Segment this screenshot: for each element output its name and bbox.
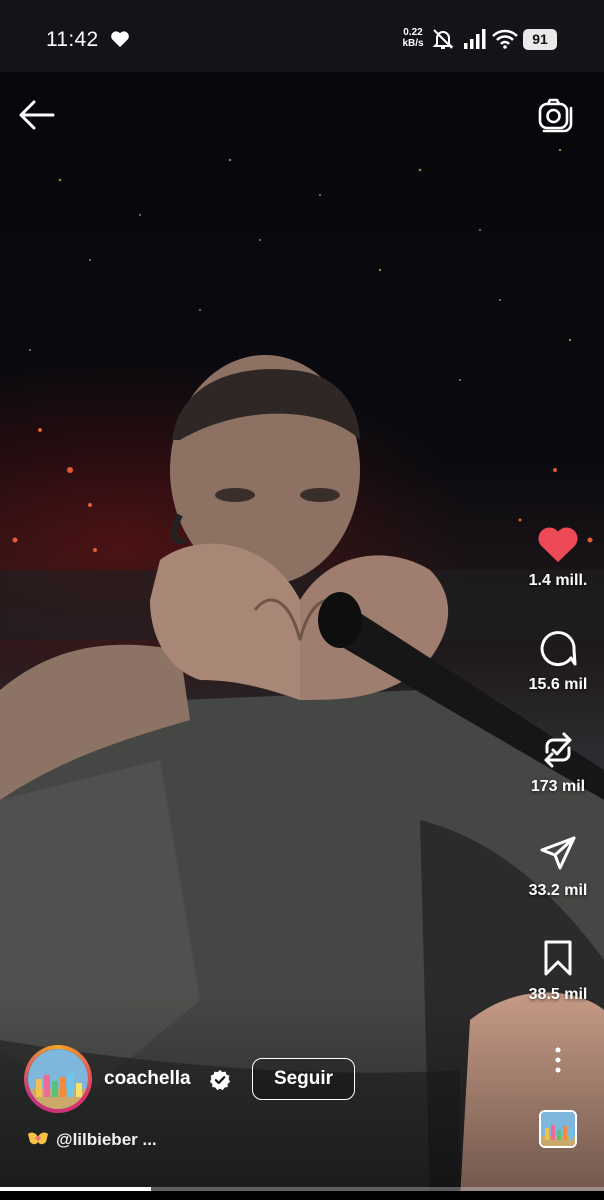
repost-button[interactable]: 173 mil (518, 730, 598, 796)
system-nav-bar (0, 1191, 604, 1200)
heart-filled-icon (538, 527, 578, 563)
mute-bell-icon (432, 29, 454, 49)
save-button[interactable]: 38.5 mil (518, 938, 598, 1004)
bookmark-icon (544, 940, 572, 976)
network-speed: 0.22 kB/s (398, 27, 428, 49)
reel-video[interactable] (0, 72, 604, 1200)
verified-badge-icon (209, 1069, 231, 1091)
network-speed-value: 0.22 (403, 27, 423, 38)
network-speed-unit: kB/s (402, 38, 424, 49)
share-count: 33.2 mil (528, 882, 588, 899)
follow-button[interactable]: Seguir (252, 1058, 355, 1100)
heart-hands-icon (28, 1132, 48, 1145)
status-bar: 11:42 0.22 kB/s 91 (0, 0, 604, 72)
caption-text: @lilbieber ... (56, 1130, 157, 1149)
avatar[interactable] (24, 1045, 92, 1113)
comment-count: 15.6 mil (528, 676, 588, 693)
arrow-left-icon[interactable] (18, 98, 56, 132)
save-count: 38.5 mil (528, 986, 588, 1003)
more-vertical-icon (555, 1047, 561, 1073)
camera-icon[interactable] (536, 96, 574, 134)
status-time: 11:42 (46, 28, 99, 51)
wifi-icon (492, 29, 518, 49)
signal-icon (464, 29, 486, 49)
send-icon (540, 836, 576, 870)
more-button[interactable] (518, 1046, 598, 1074)
caption[interactable]: @lilbieber ... (26, 1130, 157, 1150)
comment-icon (540, 631, 577, 667)
repost-icon (544, 732, 572, 768)
comment-button[interactable]: 15.6 mil (518, 628, 598, 694)
audio-cover-image (541, 1112, 575, 1146)
share-button[interactable]: 33.2 mil (518, 834, 598, 900)
battery-level: 91 (532, 31, 548, 47)
like-count: 1.4 mill. (528, 572, 588, 589)
audio-thumbnail[interactable] (539, 1110, 577, 1148)
avatar-image (28, 1049, 88, 1109)
like-button[interactable]: 1.4 mill. (518, 524, 598, 590)
repost-count: 173 mil (530, 778, 586, 795)
battery-icon: 91 (523, 29, 557, 50)
author-username[interactable]: coachella (104, 1068, 191, 1090)
heart-icon (111, 31, 129, 48)
